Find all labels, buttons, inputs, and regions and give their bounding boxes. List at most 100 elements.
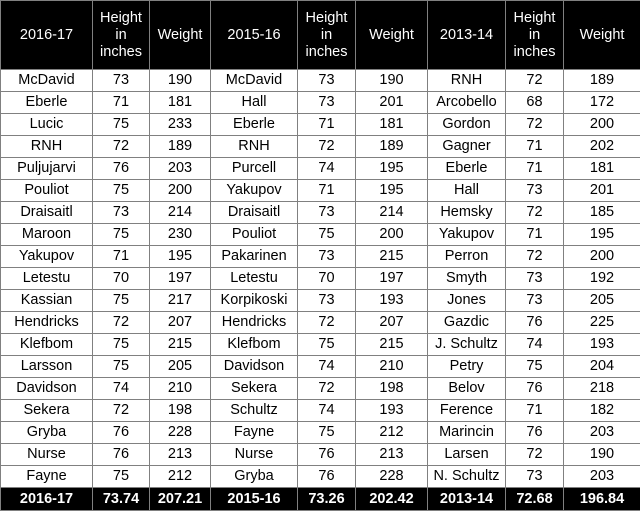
cell-h_2016: 75 [93,180,150,202]
table-row: RNH72189RNH72189Gagner71202 [1,136,640,158]
cell-h_2013: 73 [506,268,564,290]
cell-w_2016: 213 [150,444,211,466]
cell-h_2013: 72 [506,246,564,268]
cell-name_2015: Sekera [211,378,298,400]
cell-h_2015: 73 [298,246,356,268]
table-row: Kassian75217Korpikoski73193Jones73205 [1,290,640,312]
cell-h_2013: 71 [506,224,564,246]
cell-name_2016: Puljujarvi [1,158,93,180]
cell-h_2015: 72 [298,136,356,158]
cell-h_2015: 72 [298,378,356,400]
table-row: Lucic75233Eberle71181Gordon72200 [1,114,640,136]
cell-name_2013: Perron [428,246,506,268]
table-row: Gryba76228Fayne75212Marincin76203 [1,422,640,444]
column-header-w_2013: Weight [564,1,640,70]
cell-name_2016: Draisaitl [1,202,93,224]
table-row: Pouliot75200Yakupov71195Hall73201 [1,180,640,202]
cell-h_2015: 73 [298,70,356,92]
cell-h_2015: 73 [298,290,356,312]
cell-name_2015: Draisaitl [211,202,298,224]
cell-w_2016: 198 [150,400,211,422]
cell-h_2016: 71 [93,246,150,268]
cell-h_2013: 73 [506,180,564,202]
cell-h_2015: 74 [298,400,356,422]
cell-name_2016: Yakupov [1,246,93,268]
column-header-line: in [300,27,353,44]
cell-w_2016: 217 [150,290,211,312]
column-header-line: Height [508,10,561,27]
cell-w_2013: 185 [564,202,640,224]
totals-cell-h_2013: 72.68 [506,488,564,511]
cell-h_2015: 76 [298,444,356,466]
cell-w_2013: 203 [564,422,640,444]
cell-name_2016: Fayne [1,466,93,488]
cell-w_2013: 192 [564,268,640,290]
cell-name_2013: Yakupov [428,224,506,246]
cell-name_2016: RNH [1,136,93,158]
column-header-line: inches [508,44,561,61]
cell-w_2015: 193 [356,290,428,312]
cell-name_2016: Lucic [1,114,93,136]
cell-w_2015: 197 [356,268,428,290]
column-header-h_2013: Heightininches [506,1,564,70]
cell-h_2015: 71 [298,114,356,136]
cell-name_2016: Gryba [1,422,93,444]
table-row: Fayne75212Gryba76228N. Schultz73203 [1,466,640,488]
cell-h_2013: 72 [506,444,564,466]
cell-w_2013: 202 [564,136,640,158]
cell-h_2013: 72 [506,202,564,224]
cell-name_2016: Davidson [1,378,93,400]
cell-h_2016: 72 [93,136,150,158]
cell-h_2015: 76 [298,466,356,488]
cell-name_2015: Korpikoski [211,290,298,312]
cell-w_2013: 218 [564,378,640,400]
cell-h_2013: 76 [506,312,564,334]
cell-h_2016: 75 [93,224,150,246]
cell-name_2016: Kassian [1,290,93,312]
cell-h_2015: 73 [298,92,356,114]
cell-w_2013: 181 [564,158,640,180]
cell-name_2013: Hall [428,180,506,202]
cell-name_2013: Jones [428,290,506,312]
cell-h_2016: 75 [93,114,150,136]
table-footer-averages: 2016-1773.74207.212015-1673.26202.422013… [1,488,640,511]
table-row: Yakupov71195Pakarinen73215Perron72200 [1,246,640,268]
cell-w_2015: 189 [356,136,428,158]
cell-w_2015: 215 [356,334,428,356]
cell-h_2016: 72 [93,312,150,334]
cell-h_2016: 75 [93,356,150,378]
cell-h_2016: 76 [93,444,150,466]
column-header-h_2015: Heightininches [298,1,356,70]
column-header-line: inches [95,44,147,61]
cell-name_2016: Pouliot [1,180,93,202]
cell-h_2013: 68 [506,92,564,114]
table-row: Davidson74210Sekera72198Belov76218 [1,378,640,400]
totals-row: 2016-1773.74207.212015-1673.26202.422013… [1,488,640,511]
cell-name_2015: Schultz [211,400,298,422]
cell-name_2013: N. Schultz [428,466,506,488]
cell-w_2015: 200 [356,224,428,246]
cell-name_2013: RNH [428,70,506,92]
column-header-name_2016: 2016-17 [1,1,93,70]
cell-h_2016: 74 [93,378,150,400]
cell-w_2013: 172 [564,92,640,114]
cell-name_2013: J. Schultz [428,334,506,356]
cell-w_2013: 203 [564,466,640,488]
cell-w_2016: 189 [150,136,211,158]
cell-w_2016: 214 [150,202,211,224]
column-header-name_2015: 2015-16 [211,1,298,70]
cell-name_2016: Maroon [1,224,93,246]
cell-w_2016: 205 [150,356,211,378]
cell-w_2013: 225 [564,312,640,334]
totals-cell-name_2013: 2013-14 [428,488,506,511]
cell-w_2016: 228 [150,422,211,444]
cell-h_2016: 70 [93,268,150,290]
cell-w_2013: 189 [564,70,640,92]
cell-h_2013: 73 [506,290,564,312]
cell-w_2015: 201 [356,92,428,114]
cell-h_2016: 72 [93,400,150,422]
cell-w_2016: 200 [150,180,211,202]
cell-h_2016: 75 [93,466,150,488]
roster-comparison-table-container: 2016-17HeightininchesWeight2015-16Height… [0,0,640,508]
cell-name_2013: Belov [428,378,506,400]
